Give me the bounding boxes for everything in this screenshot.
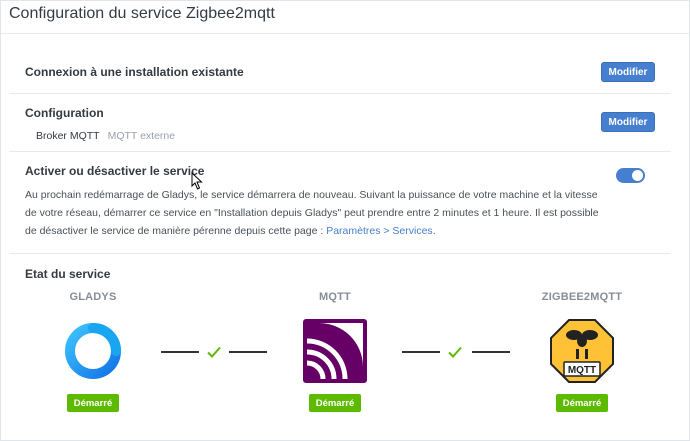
connector-line: [161, 351, 199, 353]
check-icon: [448, 346, 462, 358]
mqtt-logo-icon: [303, 319, 367, 383]
connector-line: [229, 351, 267, 353]
zigbee2mqtt-logo-icon: MQTT: [550, 319, 614, 383]
zigbee2mqtt-name: ZIGBEE2MQTT: [541, 291, 623, 303]
service-toggle[interactable]: [616, 168, 645, 183]
configuration-section: Configuration Broker MQTT MQTT externe Mo…: [9, 104, 671, 144]
status-title: Etat du service: [25, 267, 111, 281]
card-header: Configuration du service Zigbee2mqtt: [1, 1, 689, 34]
service-config-card: Configuration du service Zigbee2mqtt Con…: [0, 0, 690, 441]
mqtt-status: MQTT Démarré: [280, 291, 390, 421]
settings-services-link[interactable]: Paramètres > Services: [326, 225, 433, 237]
divider: [9, 93, 671, 94]
mouse-cursor-icon: [191, 172, 203, 190]
divider: [9, 253, 671, 254]
gladys-status-badge: Démarré: [67, 394, 119, 412]
divider: [9, 151, 671, 152]
gladys-status: GLADYS Démarré: [38, 291, 148, 421]
connection-indicator: [402, 342, 510, 362]
activation-description: Au prochain redémarrage de Gladys, le se…: [25, 186, 605, 240]
connexion-title: Connexion à une installation existante: [25, 65, 244, 79]
configuration-title: Configuration: [25, 106, 104, 120]
connector-line: [402, 351, 440, 353]
connexion-section: Connexion à une installation existante M…: [9, 59, 671, 85]
connector-line: [472, 351, 510, 353]
activation-title: Activer ou désactiver le service: [25, 164, 205, 178]
zigbee2mqtt-status-badge: Démarré: [556, 394, 608, 412]
toggle-knob: [632, 170, 643, 181]
broker-row: Broker MQTT MQTT externe: [36, 130, 175, 142]
activation-section: Activer ou désactiver le service Au proc…: [9, 158, 671, 238]
connection-indicator: [161, 342, 269, 362]
svg-text:MQTT: MQTT: [568, 365, 596, 376]
mqtt-name: MQTT: [319, 291, 351, 303]
broker-label: Broker MQTT: [36, 130, 100, 142]
broker-value: MQTT externe: [107, 130, 176, 142]
configuration-modify-button[interactable]: Modifier: [601, 112, 655, 132]
page-title: Configuration du service Zigbee2mqtt: [9, 5, 275, 22]
check-icon: [207, 346, 221, 358]
zigbee2mqtt-status: ZIGBEE2MQTT MQTT Démarré: [527, 291, 637, 421]
description-text: Au prochain redémarrage de Gladys, le se…: [25, 189, 599, 237]
mqtt-status-badge: Démarré: [309, 394, 361, 412]
description-end: .: [432, 225, 436, 237]
gladys-name: GLADYS: [69, 291, 117, 303]
gladys-logo-icon: [65, 323, 121, 379]
connexion-modify-button[interactable]: Modifier: [601, 62, 655, 82]
